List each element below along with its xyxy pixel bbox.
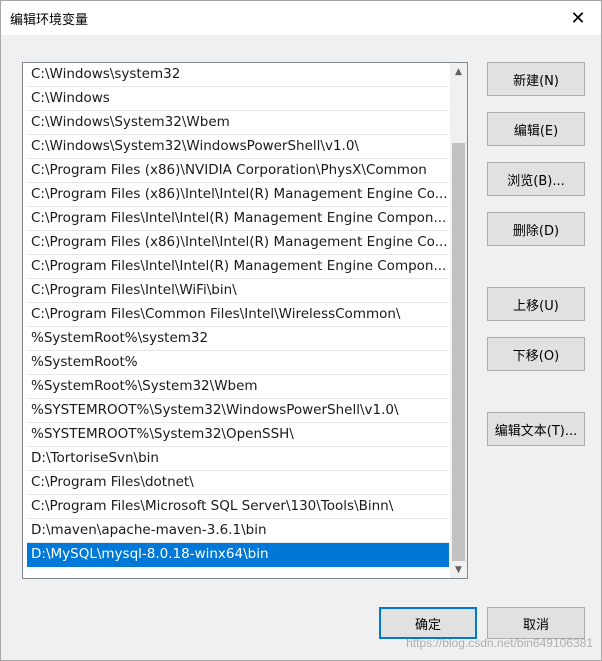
move-down-button[interactable]: 下移(O) — [487, 337, 585, 371]
path-list-item[interactable]: C:\Windows\system32 — [27, 63, 449, 87]
delete-button[interactable]: 删除(D) — [487, 212, 585, 246]
path-list-item[interactable]: C:\Windows\System32\Wbem — [27, 111, 449, 135]
path-list-item[interactable]: C:\Program Files\Intel\Intel(R) Manageme… — [27, 207, 449, 231]
path-list-item[interactable]: %SystemRoot%\system32 — [27, 327, 449, 351]
edit-button[interactable]: 编辑(E) — [487, 112, 585, 146]
path-list-item[interactable]: C:\Program Files\Intel\WiFi\bin\ — [27, 279, 449, 303]
path-list-item[interactable]: C:\Program Files\Microsoft SQL Server\13… — [27, 495, 449, 519]
scroll-thumb[interactable] — [452, 143, 465, 561]
close-icon[interactable]: ✕ — [555, 1, 601, 35]
move-up-button[interactable]: 上移(U) — [487, 287, 585, 321]
path-list-item[interactable]: C:\Program Files\Common Files\Intel\Wire… — [27, 303, 449, 327]
path-list-item[interactable]: %SystemRoot% — [27, 351, 449, 375]
path-list-item[interactable]: D:\maven\apache-maven-3.6.1\bin — [27, 519, 449, 543]
path-list-item[interactable]: C:\Program Files (x86)\Intel\Intel(R) Ma… — [27, 231, 449, 255]
watermark: https://blog.csdn.net/bin649106381 — [406, 636, 593, 650]
new-button[interactable]: 新建(N) — [487, 62, 585, 96]
path-list-item[interactable]: C:\Windows\System32\WindowsPowerShell\v1… — [27, 135, 449, 159]
browse-button[interactable]: 浏览(B)... — [487, 162, 585, 196]
path-list-item[interactable]: %SystemRoot%\System32\Wbem — [27, 375, 449, 399]
window-title: 编辑环境变量 — [10, 13, 89, 28]
vertical-scrollbar[interactable]: ▲ ▼ — [450, 63, 467, 578]
scroll-down-arrow-icon[interactable]: ▼ — [450, 561, 467, 578]
path-list-item[interactable]: %SYSTEMROOT%\System32\OpenSSH\ — [27, 423, 449, 447]
path-list-item[interactable]: D:\MySQL\mysql-8.0.18-winx64\bin — [27, 543, 449, 567]
title-bar: 编辑环境变量 ✕ — [1, 1, 601, 35]
path-list-item[interactable]: C:\Program Files (x86)\Intel\Intel(R) Ma… — [27, 183, 449, 207]
path-list-item[interactable]: D:\TortoriseSvn\bin — [27, 447, 449, 471]
path-list-item[interactable]: C:\Program Files\dotnet\ — [27, 471, 449, 495]
path-list-item[interactable]: %SYSTEMROOT%\System32\WindowsPowerShell\… — [27, 399, 449, 423]
path-list[interactable]: ▲ ▼ C:\Windows\system32 C:\Windows C:\Wind… — [22, 62, 468, 579]
scroll-up-arrow-icon[interactable]: ▲ — [450, 63, 467, 80]
edit-text-button[interactable]: 编辑文本(T)... — [487, 412, 585, 446]
path-list-item[interactable]: C:\Program Files (x86)\NVIDIA Corporatio… — [27, 159, 449, 183]
cancel-button[interactable]: 取消 — [487, 607, 585, 639]
path-list-item[interactable]: C:\Windows — [27, 87, 449, 111]
edit-env-var-dialog: 编辑环境变量 ✕ ▲ ▼ C:\Windows\system32 C:\Windo… — [0, 0, 602, 661]
ok-button[interactable]: 确定 — [379, 607, 477, 639]
path-list-item[interactable]: C:\Program Files\Intel\Intel(R) Manageme… — [27, 255, 449, 279]
